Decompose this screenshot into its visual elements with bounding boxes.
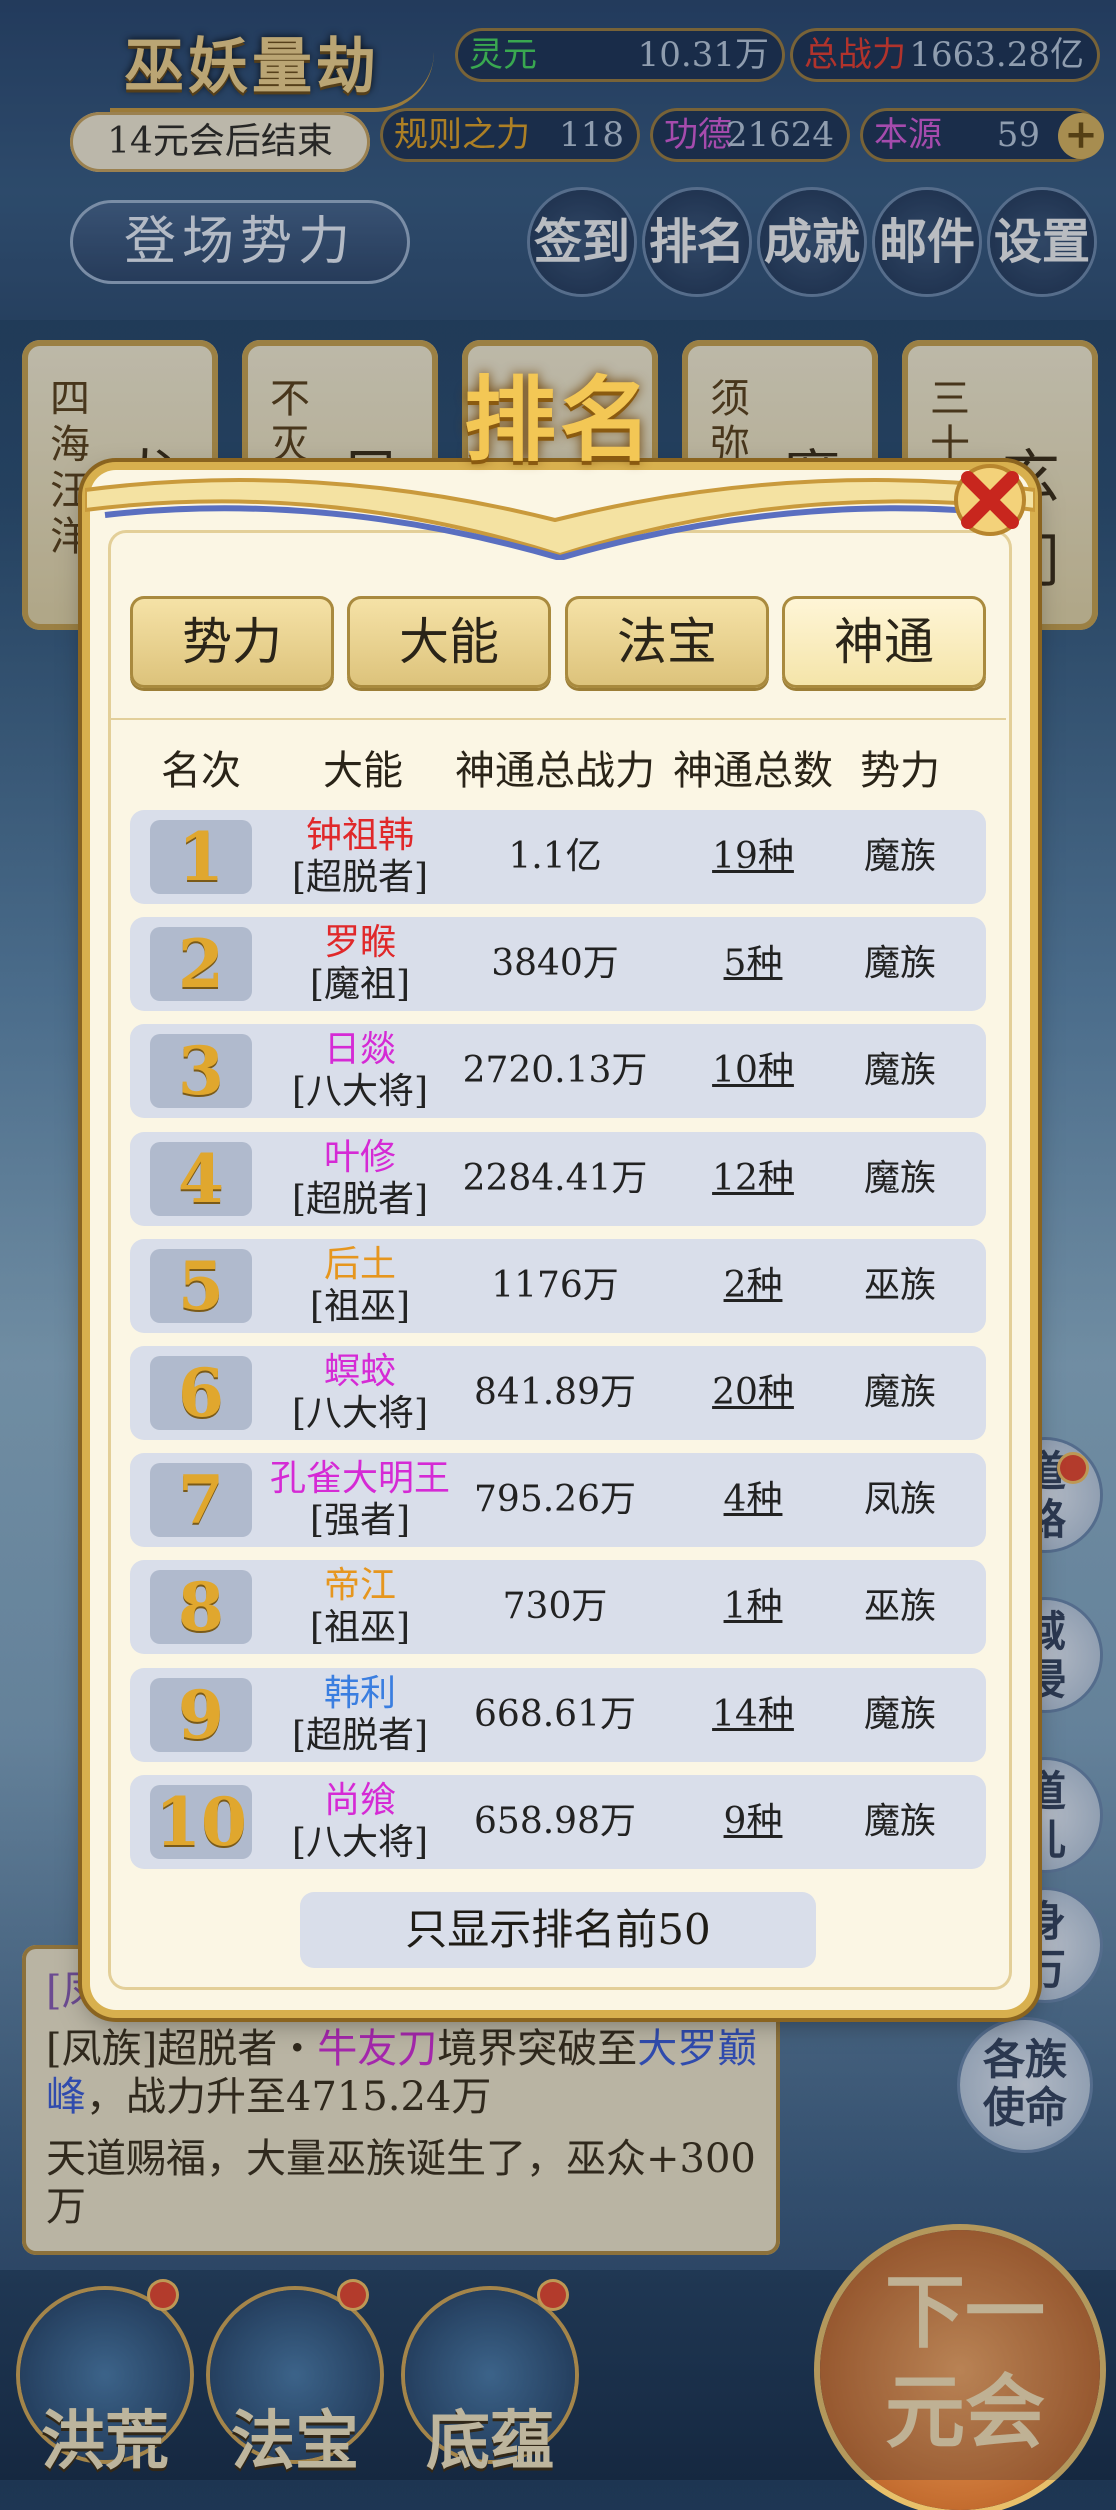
- ranking-row[interactable]: 2 罗睺 [魔祖] 3840万 5种 魔族: [130, 917, 986, 1012]
- faction-name: 魔族: [863, 1693, 936, 1735]
- character-name[interactable]: 帝江: [260, 1564, 460, 1608]
- skill-count-link[interactable]: 10种: [668, 1048, 838, 1094]
- rank-badge: 4: [150, 1141, 252, 1216]
- faction-name: 魔族: [863, 943, 936, 985]
- tab-divider: [110, 718, 1006, 720]
- skill-power: 2720.13万: [462, 1050, 648, 1092]
- character-title: [超脱者]: [291, 857, 429, 898]
- skill-count-link[interactable]: 12种: [668, 1156, 838, 1202]
- ranking-row[interactable]: 8 帝江 [祖巫] 730万 1种 巫族: [130, 1560, 986, 1655]
- ranking-row[interactable]: 6 螟蛟 [八大将] 841.89万 20种 魔族: [130, 1346, 986, 1440]
- skill-count-link[interactable]: 19种: [668, 834, 838, 880]
- character-name[interactable]: 韩利: [260, 1672, 460, 1716]
- skill-count-link[interactable]: 2种: [668, 1263, 838, 1309]
- skill-power: 1176万: [491, 1264, 619, 1306]
- header-name: 大能: [323, 748, 403, 794]
- faction-name: 巫族: [863, 1264, 936, 1306]
- rank-badge: 6: [150, 1356, 252, 1430]
- tab-divine-skill[interactable]: 神通: [782, 596, 986, 688]
- character-title: [祖巫]: [309, 1285, 411, 1327]
- character-title: [八大将]: [291, 1393, 429, 1434]
- ranking-row[interactable]: 7 孔雀大明王 [强者] 795.26万 4种 凤族: [130, 1453, 986, 1548]
- faction-name: 凤族: [863, 1479, 936, 1521]
- skill-count-link[interactable]: 9种: [668, 1799, 838, 1845]
- rank-badge: 2: [150, 927, 252, 1002]
- dialog-title: 排名: [463, 366, 656, 474]
- faction-name: 魔族: [863, 1800, 936, 1842]
- character-name[interactable]: 日燚: [260, 1028, 460, 1072]
- tab-treasure[interactable]: 法宝: [565, 596, 769, 688]
- skill-count-link[interactable]: 14种: [668, 1692, 838, 1738]
- rank-badge: 5: [150, 1248, 252, 1323]
- character-name[interactable]: 后土: [260, 1243, 460, 1287]
- character-title: [八大将]: [291, 1071, 429, 1113]
- rank-badge: 8: [150, 1570, 252, 1645]
- ranking-row[interactable]: 3 日燚 [八大将] 2720.13万 10种 魔族: [130, 1024, 986, 1119]
- skill-power: 1.1亿: [508, 836, 602, 877]
- rank-badge: 7: [150, 1463, 252, 1538]
- character-title: [八大将]: [291, 1821, 429, 1863]
- character-name[interactable]: 罗睺: [260, 921, 460, 965]
- rank-badge: 1: [150, 820, 252, 894]
- close-icon[interactable]: [940, 450, 1040, 550]
- skill-power: 668.61万: [474, 1693, 636, 1735]
- skill-power: 3840万: [491, 943, 619, 985]
- rank-badge: 10: [150, 1784, 252, 1859]
- rank-badge: 3: [150, 1034, 252, 1109]
- header-skill-power: 神通总战力: [455, 748, 655, 794]
- header-faction: 势力: [860, 748, 940, 794]
- tab-great-power[interactable]: 大能: [347, 596, 551, 688]
- skill-power: 730万: [502, 1586, 608, 1628]
- book-ornament-icon: [85, 478, 1035, 560]
- show-top50-button[interactable]: 只显示排名前50: [300, 1892, 816, 1968]
- faction-name: 巫族: [863, 1586, 936, 1628]
- character-name[interactable]: 尚飨: [260, 1779, 460, 1823]
- skill-power: 2284.41万: [462, 1157, 648, 1199]
- faction-name: 魔族: [863, 1050, 936, 1092]
- character-name[interactable]: 孔雀大明王: [260, 1457, 460, 1501]
- skill-count-link[interactable]: 5种: [668, 941, 838, 987]
- skill-count-link[interactable]: 4种: [668, 1477, 838, 1523]
- character-title: [超脱者]: [291, 1714, 429, 1756]
- faction-name: 魔族: [863, 1372, 936, 1413]
- faction-name: 魔族: [863, 1157, 936, 1199]
- skill-power: 658.98万: [474, 1800, 636, 1842]
- rank-badge: 9: [150, 1677, 252, 1752]
- skill-power: 795.26万: [474, 1479, 636, 1521]
- ranking-row[interactable]: 9 韩利 [超脱者] 668.61万 14种 魔族: [130, 1667, 986, 1762]
- header-rank: 名次: [161, 748, 241, 794]
- character-name[interactable]: 钟祖韩: [260, 814, 460, 858]
- character-title: [强者]: [309, 1500, 411, 1542]
- character-name[interactable]: 螟蛟: [260, 1350, 460, 1394]
- skill-power: 841.89万: [474, 1372, 636, 1413]
- skill-count-link[interactable]: 20种: [668, 1370, 838, 1416]
- skill-count-link[interactable]: 1种: [668, 1584, 838, 1630]
- tab-faction[interactable]: 势力: [130, 596, 334, 688]
- character-title: [超脱者]: [291, 1178, 429, 1220]
- ranking-row[interactable]: 10 尚飨 [八大将] 658.98万 9种 魔族: [130, 1774, 986, 1869]
- faction-name: 魔族: [863, 836, 936, 877]
- header-skill-count: 神通总数: [673, 748, 833, 794]
- character-name[interactable]: 叶修: [260, 1136, 460, 1180]
- ranking-row[interactable]: 1 钟祖韩 [超脱者] 1.1亿 19种 魔族: [130, 810, 986, 904]
- ranking-row[interactable]: 4 叶修 [超脱者] 2284.41万 12种 魔族: [130, 1131, 986, 1226]
- character-title: [祖巫]: [309, 1607, 411, 1649]
- character-title: [魔祖]: [309, 964, 411, 1006]
- ranking-row[interactable]: 5 后土 [祖巫] 1176万 2种 巫族: [130, 1238, 986, 1333]
